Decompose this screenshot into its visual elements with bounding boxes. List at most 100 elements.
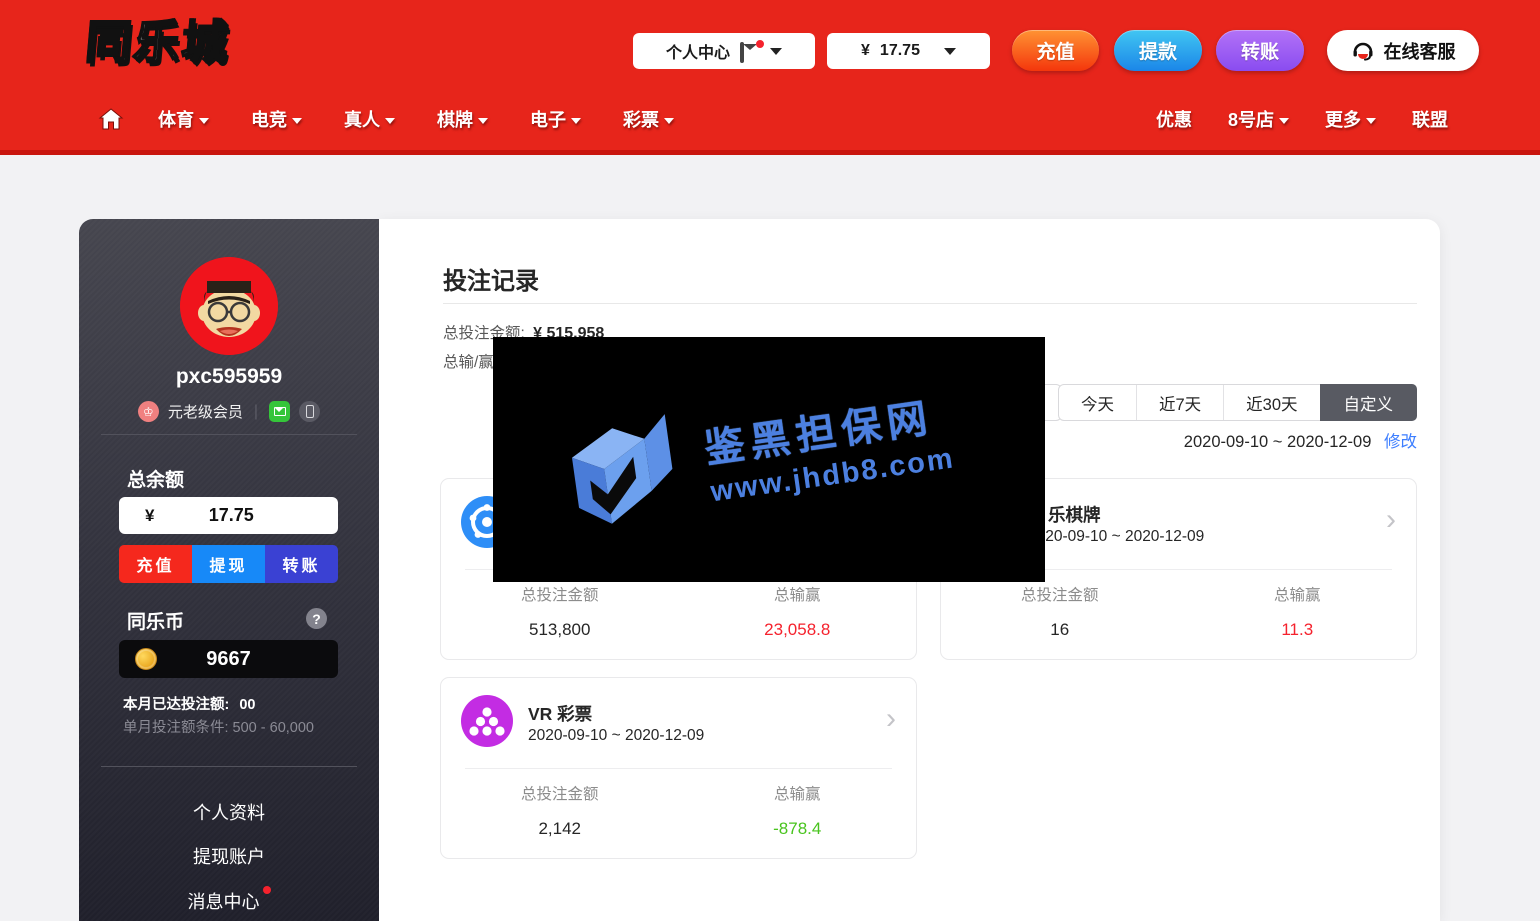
month-bet-line: 本月已达投注额: 00 [123,693,256,714]
transfer-button[interactable]: 转账 [1216,30,1304,71]
currency-symbol: ¥ [861,42,870,60]
nav-more[interactable]: 更多 [1311,106,1390,132]
user-badges: ♔ 元老级会员 | [79,401,379,422]
sidebar-item-message-center[interactable]: 消息中心 [79,888,379,914]
phone-badge-icon[interactable] [299,401,320,422]
card-date-range: 2020-09-10 ~ 2020-12-09 [528,727,704,745]
headset-icon [1351,39,1375,63]
nav-sports[interactable]: 体育 [144,106,223,132]
divider [443,303,1417,304]
top-header: 同乐城 个人中心 ¥ 17.75 充值 提款 转账 在线客服 体育 电竞 真人 … [0,0,1540,155]
home-icon [98,107,124,131]
nav-chess[interactable]: 棋牌 [423,106,502,132]
watermark-text: 鉴黑担保网 www.jhdb8.com [700,382,956,508]
bet-amount-label: 总投注金额 [441,782,679,804]
nav-lottery[interactable]: 彩票 [609,106,688,132]
site-logo[interactable]: 同乐城 [83,6,233,72]
deposit-button[interactable]: 充值 [1012,30,1099,71]
notification-dot [263,886,271,894]
online-service-button[interactable]: 在线客服 [1327,30,1479,71]
sidebar-item-profile[interactable]: 个人资料 [79,799,379,825]
chevron-down-icon [478,118,488,124]
currency-symbol: ¥ [145,506,154,526]
user-center-label: 个人中心 [666,39,730,63]
total-winloss-line: 总输/赢 [443,350,494,372]
chevron-down-icon [770,48,782,55]
help-icon[interactable]: ? [306,608,327,629]
chevron-right-icon[interactable]: › [886,704,896,734]
winloss-value: -878.4 [679,819,917,839]
nav-slots[interactable]: 电子 [516,106,595,132]
divider [465,768,892,769]
month-requirement: 单月投注额条件: 500 - 60,000 [123,716,314,737]
date-range: 2020-09-10 ~ 2020-12-09 [1184,433,1372,451]
crown-icon: ♔ [138,401,159,422]
mail-icon [740,44,760,59]
bet-amount-value: 2,142 [441,819,679,839]
chevron-down-icon [385,118,395,124]
modify-link[interactable]: 修改 [1384,433,1417,451]
user-center-dropdown[interactable]: 个人中心 [633,33,815,69]
nav-live[interactable]: 真人 [330,106,409,132]
avatar[interactable] [180,257,278,355]
nav-shop8[interactable]: 8号店 [1214,106,1303,132]
date-range-line: 2020-09-10 ~ 2020-12-09 修改 [1184,428,1417,452]
bet-amount-value: 16 [941,620,1179,640]
winloss-label: 总输赢 [679,583,917,605]
balance-value: 17.75 [154,505,308,526]
coin-label: 同乐币 [127,607,184,634]
bet-amount-label: 总投注金额 [941,583,1179,605]
winloss-label: 总输赢 [1179,583,1417,605]
divider [101,766,357,767]
balance-display: ¥ 17.75 [119,497,338,534]
lottery-icon [461,695,513,747]
sidebar-deposit-button[interactable]: 充值 [119,545,192,583]
divider: | [254,403,258,421]
winloss-value: 11.3 [1179,620,1417,640]
main-nav: 体育 电竞 真人 棋牌 电子 彩票 优惠 8号店 更多 联盟 [0,96,1540,142]
balance-dropdown[interactable]: ¥ 17.75 [827,33,990,69]
nav-home[interactable] [92,107,130,131]
username: pxc595959 [79,365,379,389]
balance-amount: 17.75 [880,42,920,60]
bet-amount-value: 513,800 [441,620,679,640]
card-title: VR 彩票 [528,701,592,726]
watermark-overlay: 鉴黑担保网 www.jhdb8.com [493,337,1045,582]
card-title: 乐棋牌 [1048,502,1101,527]
page-title: 投注记录 [443,261,539,296]
withdraw-button[interactable]: 提款 [1114,30,1202,71]
filter-custom[interactable]: 自定义 [1320,384,1418,421]
filter-30days[interactable]: 近30天 [1223,385,1319,420]
filter-7days[interactable]: 近7天 [1136,385,1223,420]
wallet-actions: 充值 提现 转账 [119,545,338,583]
divider [101,434,357,435]
nav-esports[interactable]: 电竞 [237,106,316,132]
coin-value: 9667 [157,648,300,671]
coin-icon [135,648,157,670]
chevron-down-icon [1366,118,1376,124]
sidebar-withdraw-button[interactable]: 提现 [192,545,265,583]
month-bet-value: 00 [239,697,255,713]
winloss-label: 总输赢 [679,782,917,804]
mail-badge-icon[interactable] [269,401,290,422]
watermark-logo [545,391,700,558]
sidebar-item-withdraw-account[interactable]: 提现账户 [79,843,379,869]
chevron-down-icon [664,118,674,124]
notification-dot [756,40,764,48]
coin-display: 9667 [119,640,338,678]
bet-amount-label: 总投注金额 [441,583,679,605]
card-date-range: 2020-09-10 ~ 2020-12-09 [1028,528,1204,546]
chevron-down-icon [292,118,302,124]
nav-alliance[interactable]: 联盟 [1398,106,1462,132]
online-service-label: 在线客服 [1384,38,1456,64]
filter-today[interactable]: 今天 [1059,385,1136,420]
bet-record-card[interactable]: VR 彩票 2020-09-10 ~ 2020-12-09 › 总投注金额 2,… [440,677,917,859]
chevron-right-icon[interactable]: › [1386,505,1396,535]
member-level: 元老级会员 [168,401,243,422]
nav-promo[interactable]: 优惠 [1142,106,1206,132]
winloss-value: 23,058.8 [679,620,917,640]
chevron-down-icon [1279,118,1289,124]
chevron-down-icon [944,48,956,55]
sidebar-transfer-button[interactable]: 转账 [265,545,338,583]
total-balance-label: 总余额 [127,465,184,492]
